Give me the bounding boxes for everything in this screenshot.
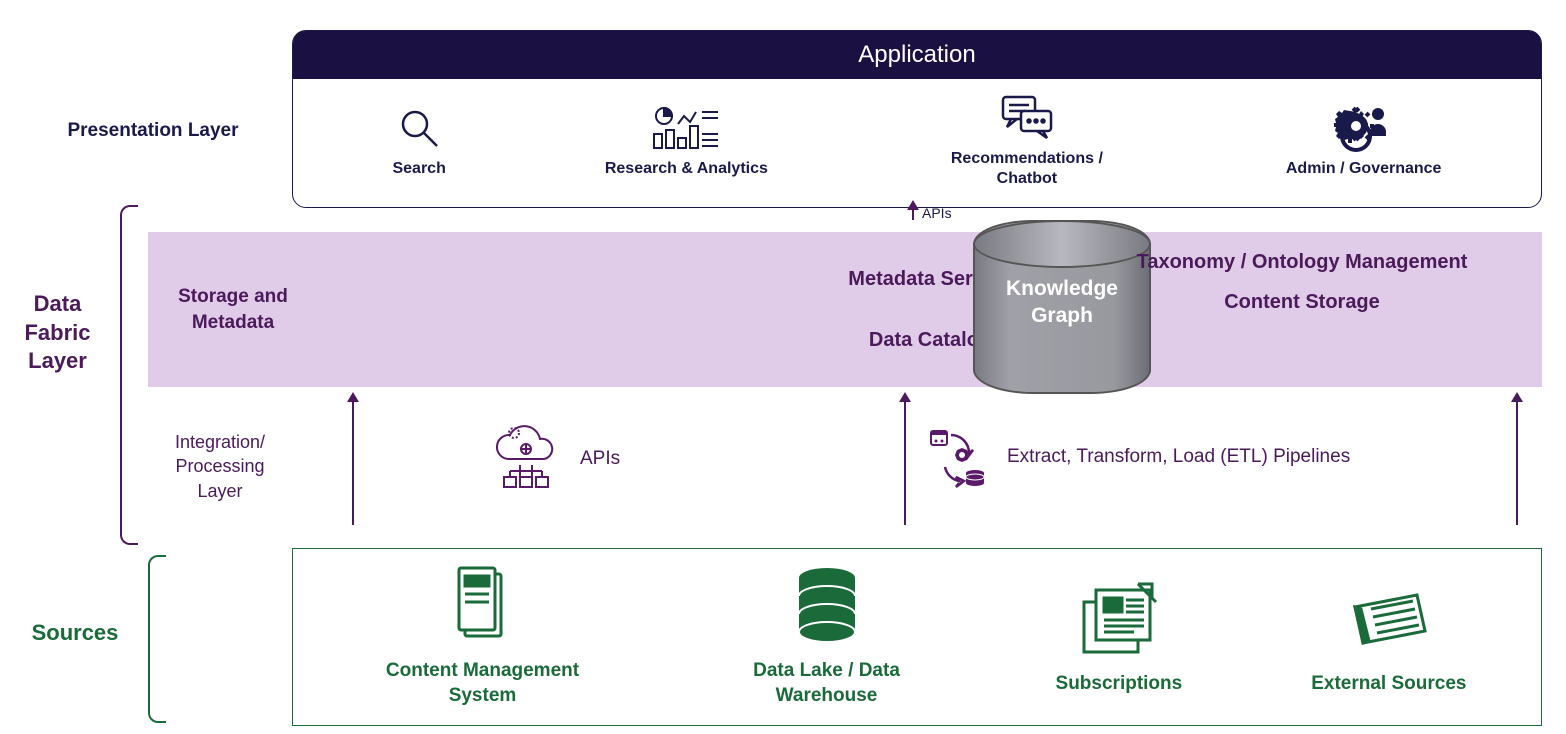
source-label: Subscriptions <box>1056 673 1183 695</box>
bracket-fabric <box>120 205 138 545</box>
search-icon <box>392 102 445 154</box>
sources-box: Content Management System Data Lake / Da… <box>292 548 1542 726</box>
integration-etl: Extract, Transform, Load (ETL) Pipelines <box>925 425 1350 489</box>
source-subscriptions: Subscriptions <box>1056 579 1183 695</box>
app-item-label: Admin / Governance <box>1286 160 1442 178</box>
application-header: Application <box>293 31 1541 79</box>
arrow-up-2 <box>904 400 906 525</box>
source-datalake: Data Lake / Data Warehouse <box>727 565 927 708</box>
subscriptions-icon <box>1056 579 1183 659</box>
application-items-row: Search Research & Analytics <box>293 79 1541 189</box>
storage-metadata-sublabel: Storage and Metadata <box>148 284 318 335</box>
application-box: Application Search <box>292 30 1542 208</box>
source-label: Content Management System <box>368 659 598 708</box>
app-item-label: Search <box>392 160 445 178</box>
kg-line1: Knowledge <box>973 275 1151 302</box>
chat-icon <box>927 91 1127 143</box>
bracket-sources <box>148 555 166 723</box>
source-label: Data Lake / Data Warehouse <box>727 659 927 708</box>
etl-icon <box>925 425 989 489</box>
integration-etl-label: Extract, Transform, Load (ETL) Pipelines <box>1007 446 1350 468</box>
diagram-root: Presentation Layer Data Fabric Layer Sou… <box>0 0 1566 734</box>
external-icon <box>1311 579 1466 659</box>
arrow-up-3 <box>1516 400 1518 525</box>
source-cms: Content Management System <box>368 565 598 708</box>
app-item-label: Recommendations / Chatbot <box>927 149 1127 189</box>
app-item-search: Search <box>392 102 445 178</box>
app-item-admin: Admin / Governance <box>1286 102 1442 178</box>
storage-metadata-band: Storage and Metadata Metadata Service Da… <box>148 232 1542 387</box>
app-item-recommendations: Recommendations / Chatbot <box>927 91 1127 189</box>
cms-icon <box>368 565 598 645</box>
sources-label: Sources <box>10 620 140 646</box>
knowledge-graph-cylinder: Knowledge Graph <box>973 220 1151 394</box>
presentation-layer-label: Presentation Layer <box>38 120 268 142</box>
analytics-icon <box>605 102 768 154</box>
taxonomy-label: Taxonomy / Ontology Management <box>1102 250 1502 275</box>
storage-right-column: Taxonomy / Ontology Management Content S… <box>1102 250 1502 314</box>
arrow-api-up <box>912 208 914 220</box>
integration-layer-label: Integration/ Processing Layer <box>155 430 285 503</box>
source-external: External Sources <box>1311 579 1466 695</box>
source-label: External Sources <box>1311 673 1466 695</box>
database-icon <box>727 565 927 645</box>
api-arrow-label: APIs <box>922 205 952 221</box>
content-storage-label: Content Storage <box>1102 291 1502 314</box>
integration-apis: APIs <box>490 425 620 493</box>
admin-icon <box>1286 102 1442 154</box>
integration-apis-label: APIs <box>580 448 620 470</box>
kg-line2: Graph <box>973 302 1151 329</box>
arrow-up-1 <box>352 400 354 525</box>
app-item-label: Research & Analytics <box>605 160 768 178</box>
data-fabric-layer-label: Data Fabric Layer <box>15 290 100 376</box>
cloud-api-icon <box>490 425 562 493</box>
data-catalog-label: Data Catalog <box>318 329 1542 352</box>
app-item-analytics: Research & Analytics <box>605 102 768 178</box>
